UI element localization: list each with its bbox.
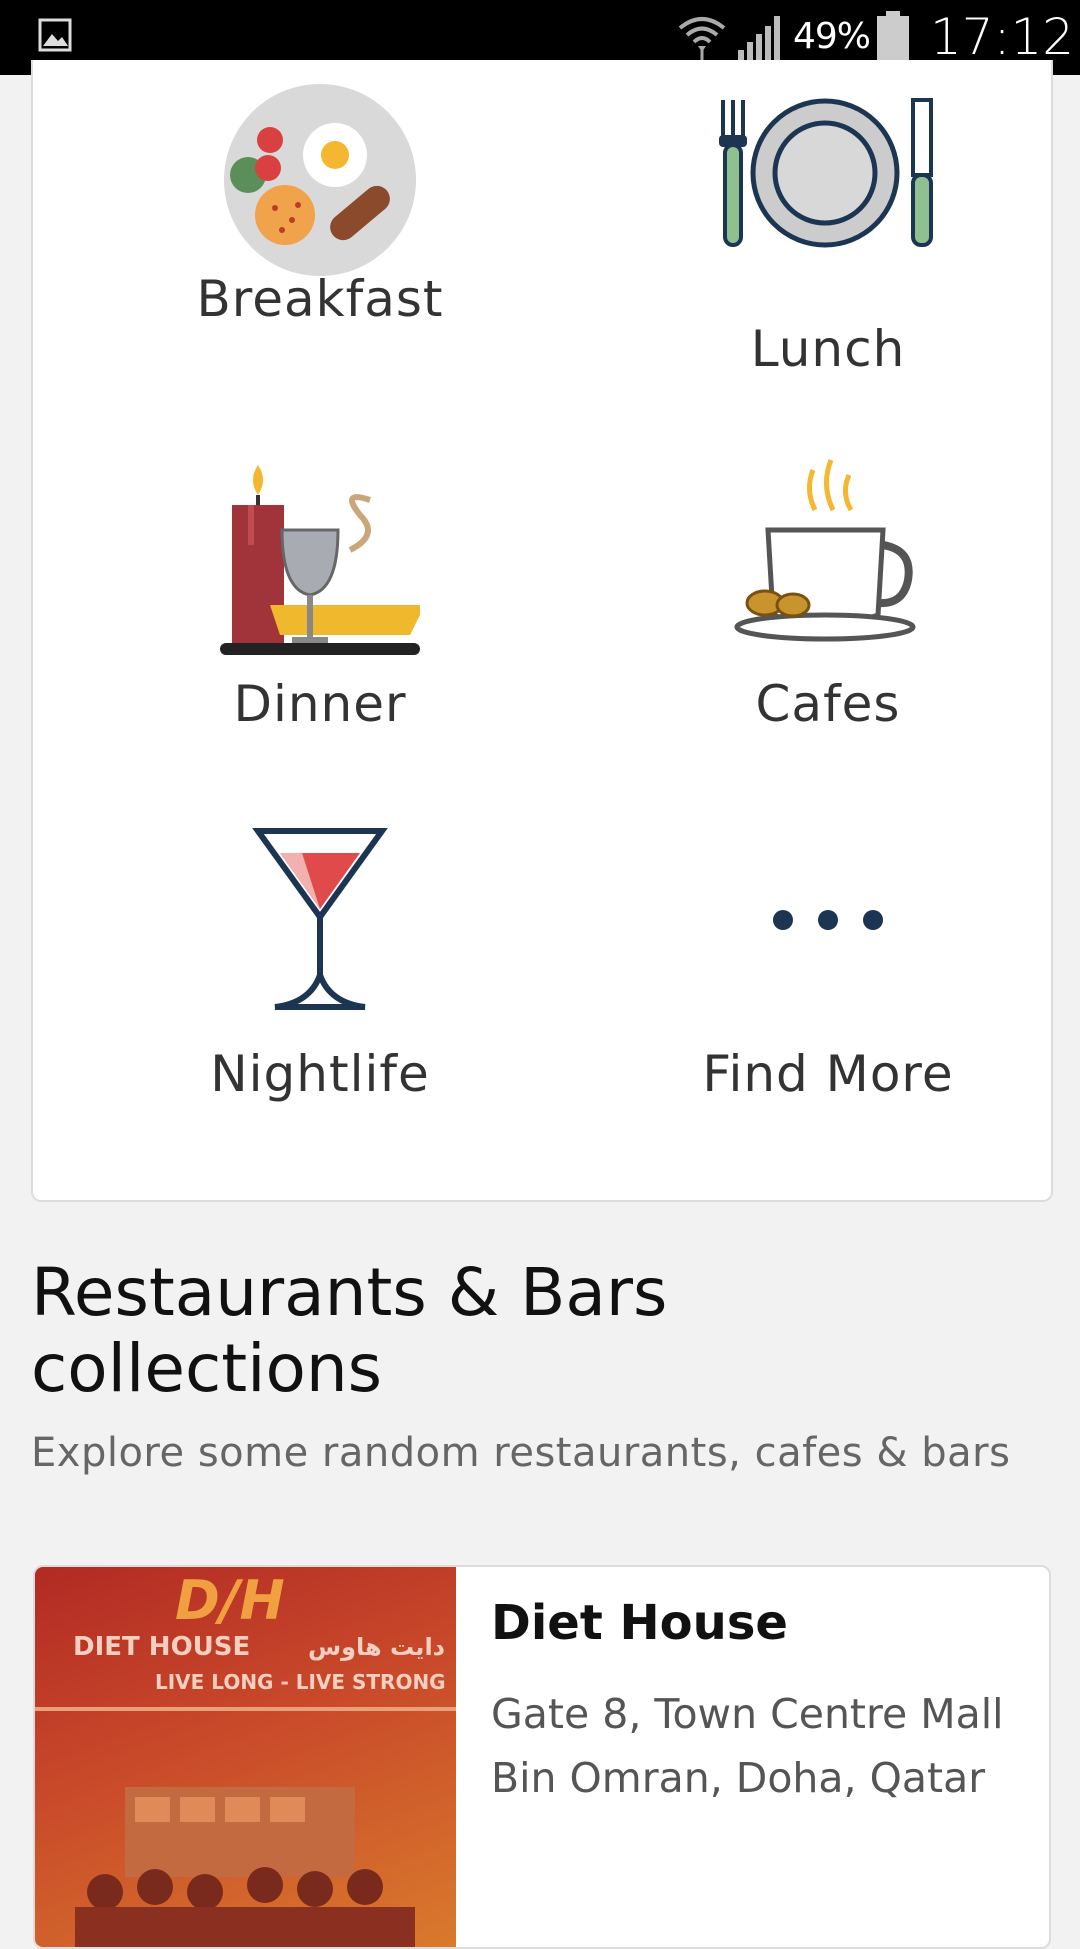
storefront-image: D/H DIET HOUSE دايت هاوس LIVE LONG - LIV… xyxy=(35,1569,456,1947)
restaurant-photo: D/H DIET HOUSE دايت هاوس LIVE LONG - LIV… xyxy=(35,1567,456,1947)
category-label: Dinner xyxy=(233,675,407,733)
storefront-name: DIET HOUSE xyxy=(73,1632,250,1662)
breakfast-plate-icon xyxy=(224,84,416,276)
restaurant-address-line2: Bin Omran, Doha, Qatar xyxy=(491,1754,986,1802)
battery-percent: 49% xyxy=(793,16,871,57)
collections-title: Restaurants & Bars collections xyxy=(31,1254,668,1407)
restaurant-address-line1: Gate 8, Town Centre Mall xyxy=(491,1690,1004,1738)
image-notification-icon xyxy=(38,18,72,52)
cocktail-glass-icon xyxy=(252,828,388,1010)
storefront-name-ar: دايت هاوس xyxy=(308,1633,445,1661)
category-lunch[interactable]: Lunch xyxy=(618,95,1038,435)
signal-icon xyxy=(738,16,780,60)
candle-wine-icon xyxy=(220,465,420,655)
category-nightlife[interactable]: Nightlife xyxy=(110,825,530,1165)
coffee-cup-icon xyxy=(734,459,916,642)
wifi-icon xyxy=(678,17,726,60)
clock: 17:12 xyxy=(930,8,1075,66)
category-find-more[interactable]: Find More xyxy=(618,825,1038,1165)
storefront-slogan: LIVE LONG - LIVE STRONG xyxy=(155,1670,446,1694)
category-label: Nightlife xyxy=(210,1045,430,1103)
category-breakfast[interactable]: Breakfast xyxy=(110,80,530,420)
category-label: Lunch xyxy=(750,320,906,378)
category-dinner[interactable]: Dinner xyxy=(110,455,530,795)
plate-fork-knife-icon xyxy=(719,98,933,248)
more-dots-icon xyxy=(773,910,883,930)
storefront-logo: D/H xyxy=(175,1569,285,1632)
category-card: Breakfast Lunch Dinner Cafes Nightlife F… xyxy=(31,60,1053,1202)
restaurant-card[interactable]: D/H DIET HOUSE دايت هاوس LIVE LONG - LIV… xyxy=(33,1565,1051,1949)
category-cafes[interactable]: Cafes xyxy=(618,455,1038,795)
collections-subtitle: Explore some random restaurants, cafes &… xyxy=(31,1430,1011,1476)
restaurant-name: Diet House xyxy=(491,1595,788,1651)
category-label: Cafes xyxy=(755,675,901,733)
category-label: Breakfast xyxy=(196,270,444,328)
battery-icon xyxy=(877,11,909,63)
restaurant-address: Gate 8, Town Centre Mall Bin Omran, Doha… xyxy=(491,1682,1031,1810)
category-label: Find More xyxy=(702,1045,954,1103)
